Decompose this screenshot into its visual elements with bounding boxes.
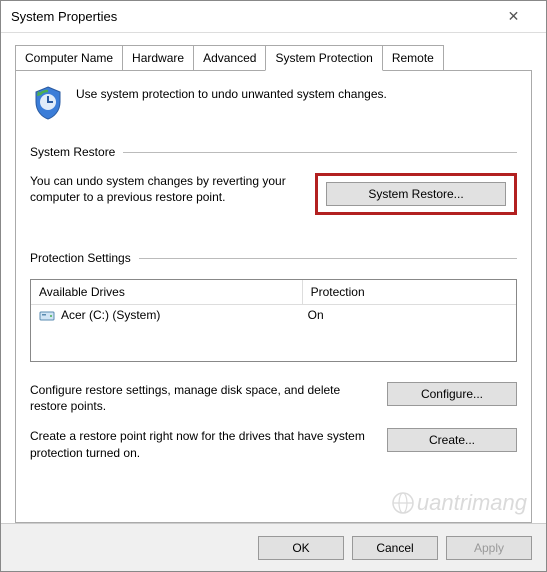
drives-table-body: Acer (C:) (System) On bbox=[31, 305, 516, 361]
configure-description: Configure restore settings, manage disk … bbox=[30, 382, 375, 414]
restore-description: You can undo system changes by reverting… bbox=[30, 173, 303, 205]
tab-advanced[interactable]: Advanced bbox=[193, 45, 266, 70]
section-header-restore: System Restore bbox=[30, 145, 517, 159]
ok-button[interactable]: OK bbox=[258, 536, 344, 560]
tab-remote[interactable]: Remote bbox=[382, 45, 444, 70]
apply-button: Apply bbox=[446, 536, 532, 560]
tab-computer-name[interactable]: Computer Name bbox=[15, 45, 123, 70]
tab-panel-system-protection: Use system protection to undo unwanted s… bbox=[15, 71, 532, 523]
table-row[interactable]: Acer (C:) (System) On bbox=[31, 305, 516, 325]
restore-section-label: System Restore bbox=[30, 145, 115, 159]
tab-strip: Computer Name Hardware Advanced System P… bbox=[15, 45, 532, 71]
cancel-button[interactable]: Cancel bbox=[352, 536, 438, 560]
titlebar: System Properties ✕ bbox=[1, 1, 546, 33]
drive-icon bbox=[39, 308, 55, 322]
divider bbox=[139, 258, 517, 259]
content-area: Computer Name Hardware Advanced System P… bbox=[1, 33, 546, 523]
intro-row: Use system protection to undo unwanted s… bbox=[30, 85, 517, 121]
tab-system-protection[interactable]: System Protection bbox=[265, 45, 382, 71]
close-icon: ✕ bbox=[508, 8, 520, 25]
divider bbox=[123, 152, 517, 153]
restore-row: You can undo system changes by reverting… bbox=[30, 173, 517, 215]
tab-hardware[interactable]: Hardware bbox=[122, 45, 194, 70]
drives-table: Available Drives Protection Acer (C:) (S… bbox=[30, 279, 517, 362]
drives-table-header: Available Drives Protection bbox=[31, 280, 516, 305]
create-row: Create a restore point right now for the… bbox=[30, 428, 517, 460]
col-header-protection[interactable]: Protection bbox=[303, 280, 516, 304]
system-restore-button[interactable]: System Restore... bbox=[326, 182, 506, 206]
protection-section-label: Protection Settings bbox=[30, 251, 131, 265]
system-properties-window: System Properties ✕ Computer Name Hardwa… bbox=[0, 0, 547, 572]
drive-protection-cell: On bbox=[308, 308, 324, 322]
highlight-box: System Restore... bbox=[315, 173, 517, 215]
intro-text: Use system protection to undo unwanted s… bbox=[76, 85, 387, 101]
col-header-drives[interactable]: Available Drives bbox=[31, 280, 303, 304]
window-title: System Properties bbox=[11, 9, 117, 24]
dialog-footer: OK Cancel Apply bbox=[1, 523, 546, 571]
create-description: Create a restore point right now for the… bbox=[30, 428, 375, 460]
configure-button[interactable]: Configure... bbox=[387, 382, 517, 406]
shield-restore-icon bbox=[30, 85, 66, 121]
create-button[interactable]: Create... bbox=[387, 428, 517, 452]
close-button[interactable]: ✕ bbox=[491, 3, 536, 31]
section-header-protection: Protection Settings bbox=[30, 251, 517, 265]
configure-row: Configure restore settings, manage disk … bbox=[30, 382, 517, 414]
drive-name-cell: Acer (C:) (System) bbox=[61, 308, 302, 322]
